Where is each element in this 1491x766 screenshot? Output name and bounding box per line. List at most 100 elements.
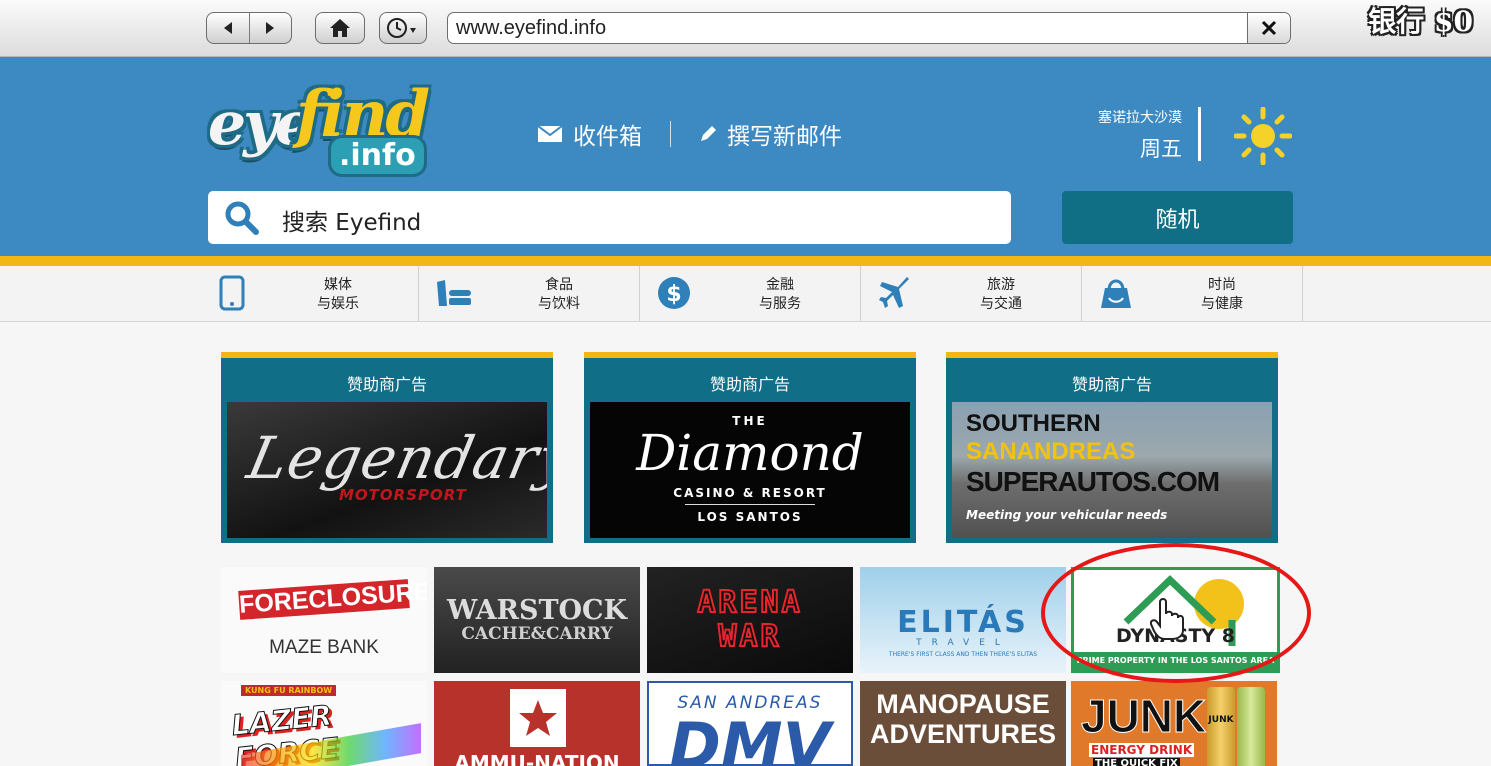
manopause-line2: ADVENTURES bbox=[869, 719, 1057, 749]
home-icon bbox=[330, 19, 350, 37]
foreclosure-sub-text: MAZE BANK bbox=[269, 637, 379, 658]
mail-divider bbox=[670, 121, 671, 147]
category-label: 食品 与饮料 bbox=[538, 277, 580, 312]
legendary-main-text: Legendary bbox=[241, 424, 547, 492]
back-arrow-icon bbox=[223, 22, 232, 34]
search-icon bbox=[225, 201, 259, 235]
close-url-button[interactable] bbox=[1247, 13, 1290, 43]
food-icon bbox=[433, 276, 473, 310]
tile-foreclosure[interactable]: FORECLOSURE MAZE BANK bbox=[221, 567, 427, 673]
highlight-circle bbox=[1041, 543, 1311, 683]
diamond-main-text: Diamond bbox=[636, 424, 864, 482]
envelope-icon bbox=[537, 125, 563, 143]
star-icon bbox=[519, 700, 557, 736]
clock-icon bbox=[387, 18, 416, 38]
forward-button[interactable] bbox=[248, 13, 292, 43]
superautos-line1: SOUTHERN bbox=[966, 410, 1101, 437]
diamond-casino-banner: THE Diamond CASINO & RESORT LOS SANTOS bbox=[590, 402, 910, 538]
elitas-main-text: ELITÁS bbox=[897, 605, 1029, 640]
logo-eye-text: eye bbox=[208, 89, 313, 159]
foreclosure-main-text: FORECLOSURE bbox=[238, 577, 427, 620]
weather-day: 周五 bbox=[1140, 137, 1182, 161]
arena-line1: ARENA bbox=[696, 584, 803, 621]
weather-widget: 塞诺拉大沙漠 周五 bbox=[1070, 107, 1292, 167]
dmv-main-text: DMV bbox=[669, 709, 831, 766]
url-text: www.eyefind.info bbox=[456, 17, 607, 39]
tile-junk-energy[interactable]: JUNK ENERGY DRINK THE QUICK FIX JUNK bbox=[1071, 681, 1277, 766]
warstock-line1: WARSTOCK bbox=[446, 595, 628, 626]
category-bar: 媒体 与娱乐 食品 与饮料 $ 金融 与服务 旅游 与交通 时尚 与健康 bbox=[0, 266, 1491, 322]
logo-info-text: .info bbox=[328, 135, 427, 177]
junk-can-2 bbox=[1237, 687, 1265, 766]
category-label: 媒体 与娱乐 bbox=[317, 277, 359, 312]
sponsor-title: 赞助商广告 bbox=[1071, 375, 1152, 394]
mail-links: 收件箱 撰写新邮件 bbox=[537, 117, 842, 151]
back-forward-group bbox=[206, 12, 292, 44]
junk-sub-text: ENERGY DRINK bbox=[1089, 743, 1195, 757]
dollar-icon: $ bbox=[654, 276, 694, 310]
sponsor-ad-superautos[interactable]: 赞助商广告 SOUTHERN SANANDREAS SUPERAUTOS.COM… bbox=[946, 352, 1278, 543]
elitas-sub-text: TRAVEL bbox=[916, 638, 1010, 648]
sun-icon bbox=[1234, 107, 1292, 165]
header-accent-strip bbox=[0, 256, 1491, 266]
tile-dmv[interactable]: SAN ANDREAS DMV bbox=[647, 681, 853, 766]
tile-elitas-travel[interactable]: ELITÁS TRAVEL THERE'S FIRST CLASS AND TH… bbox=[860, 567, 1066, 673]
junk-can-label: JUNK bbox=[1208, 715, 1234, 725]
diamond-sub2-text: LOS SANTOS bbox=[697, 510, 803, 524]
tile-manopause[interactable]: MANOPAUSE ADVENTURES bbox=[860, 681, 1066, 766]
tile-arena-war[interactable]: ARENA WAR bbox=[647, 567, 853, 673]
sponsor-title: 赞助商广告 bbox=[346, 375, 427, 394]
search-placeholder: 搜索 Eyefind bbox=[282, 210, 422, 236]
category-fashion[interactable]: 时尚 与健康 bbox=[1082, 266, 1303, 321]
superautos-line4: Meeting your vehicular needs bbox=[966, 508, 1168, 522]
manopause-line1: MANOPAUSE bbox=[876, 689, 1050, 719]
superautos-line3: SUPERAUTOS.COM bbox=[966, 466, 1220, 497]
junk-can bbox=[1207, 687, 1235, 766]
sponsor-title: 赞助商广告 bbox=[709, 375, 790, 394]
home-button[interactable] bbox=[315, 12, 365, 44]
sponsor-ad-diamond[interactable]: 赞助商广告 THE Diamond CASINO & RESORT LOS SA… bbox=[584, 352, 916, 543]
diamond-sub-text: CASINO & RESORT bbox=[673, 486, 827, 500]
category-label: 时尚 与健康 bbox=[1201, 277, 1243, 312]
legendary-motorsport-banner: Legendary MOTORSPORT bbox=[227, 402, 547, 538]
category-food[interactable]: 食品 与饮料 bbox=[419, 266, 640, 321]
category-travel[interactable]: 旅游 与交通 bbox=[861, 266, 1082, 321]
forward-arrow-icon bbox=[266, 22, 275, 34]
sponsor-ad-legendary[interactable]: 赞助商广告 Legendary MOTORSPORT bbox=[221, 352, 553, 543]
search-input[interactable]: 搜索 Eyefind bbox=[208, 191, 1011, 244]
superautos-banner: SOUTHERN SANANDREAS SUPERAUTOS.COM Meeti… bbox=[952, 402, 1272, 538]
weather-divider bbox=[1198, 107, 1201, 161]
compose-link[interactable]: 撰写新邮件 bbox=[727, 117, 842, 151]
category-label: 旅游 与交通 bbox=[980, 277, 1022, 312]
category-media[interactable]: 媒体 与娱乐 bbox=[198, 266, 419, 321]
history-button[interactable] bbox=[379, 12, 427, 44]
tile-ammu-nation[interactable]: AMMU-NATION bbox=[434, 681, 640, 766]
plane-icon bbox=[875, 276, 915, 310]
close-icon bbox=[1261, 20, 1277, 36]
bag-icon bbox=[1096, 276, 1136, 310]
ammu-main-text: AMMU-NATION bbox=[454, 751, 620, 766]
browser-toolbar: www.eyefind.info 银行 $0 bbox=[0, 0, 1491, 57]
tile-lazer-force[interactable]: KUNG FU RAINBOW LAZER FORCE bbox=[221, 681, 427, 766]
warstock-line2: CACHE&CARRY bbox=[461, 624, 613, 644]
back-button[interactable] bbox=[207, 13, 249, 43]
site-header: eye find .info 收件箱 撰写新邮件 塞诺拉大沙漠 周五 搜索 Ey… bbox=[0, 57, 1491, 256]
category-label: 金融 与服务 bbox=[759, 277, 801, 312]
svg-text:$: $ bbox=[666, 282, 681, 307]
eyefind-logo[interactable]: eye find .info bbox=[208, 77, 438, 177]
pencil-icon bbox=[699, 125, 717, 143]
weather-location: 塞诺拉大沙漠 bbox=[1098, 110, 1182, 126]
category-finance[interactable]: $ 金融 与服务 bbox=[640, 266, 861, 321]
tile-warstock[interactable]: WARSTOCK CACHE&CARRY bbox=[434, 567, 640, 673]
random-button[interactable]: 随机 bbox=[1062, 191, 1293, 244]
elitas-tag-text: THERE'S FIRST CLASS AND THEN THERE'S ELI… bbox=[888, 651, 1038, 658]
inbox-link[interactable]: 收件箱 bbox=[573, 117, 642, 151]
arena-line2: WAR bbox=[717, 618, 782, 655]
legendary-sub-text: MOTORSPORT bbox=[339, 486, 467, 504]
address-bar[interactable]: www.eyefind.info bbox=[447, 12, 1291, 44]
lazer-top-text: KUNG FU RAINBOW bbox=[241, 685, 337, 696]
ammu-star-badge bbox=[510, 689, 566, 747]
diamond-divider bbox=[685, 504, 815, 505]
junk-sub2-text: THE QUICK FIX bbox=[1093, 758, 1180, 766]
superautos-line2: SANANDREAS bbox=[966, 438, 1136, 465]
